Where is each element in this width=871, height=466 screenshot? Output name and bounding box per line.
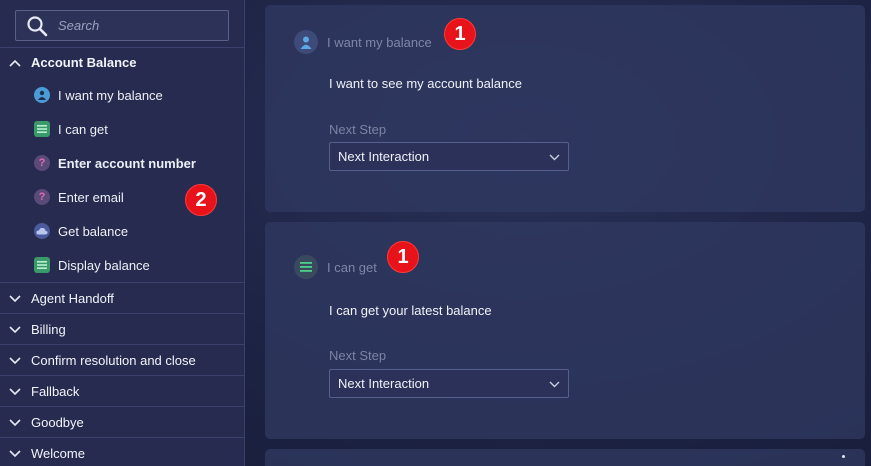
group-account-balance[interactable]: Account Balance bbox=[0, 47, 245, 78]
more-options-icon[interactable] bbox=[842, 455, 845, 458]
next-step-value: Next Interaction bbox=[338, 376, 430, 391]
chevron-down-icon bbox=[549, 376, 560, 391]
question-icon: ? bbox=[34, 155, 50, 171]
sidebar-item-enter-email[interactable]: ? Enter email bbox=[34, 185, 124, 209]
next-step-select[interactable]: Next Interaction bbox=[329, 369, 569, 398]
group-label: Goodbye bbox=[31, 415, 84, 430]
card-title: I want my balance bbox=[327, 34, 432, 50]
user-icon bbox=[34, 87, 50, 103]
user-avatar-icon bbox=[294, 30, 318, 54]
next-step-value: Next Interaction bbox=[338, 149, 430, 164]
group-label: Agent Handoff bbox=[31, 291, 114, 306]
group-goodbye[interactable]: Goodbye bbox=[0, 407, 245, 438]
card-title: I can get bbox=[327, 259, 377, 275]
sidebar: Account Balance I want my balance I can … bbox=[0, 0, 245, 466]
group-label: Fallback bbox=[31, 384, 80, 399]
group-label: Welcome bbox=[31, 446, 85, 461]
next-step-label: Next Step bbox=[329, 348, 387, 363]
sidebar-item-label: Enter email bbox=[58, 189, 124, 205]
group-label: Account Balance bbox=[31, 55, 137, 70]
card-header: I want my balance bbox=[294, 30, 432, 54]
chevron-down-icon bbox=[9, 294, 23, 303]
list-icon bbox=[34, 257, 50, 273]
group-billing[interactable]: Billing bbox=[0, 314, 245, 345]
sidebar-item-display-balance[interactable]: Display balance bbox=[34, 253, 150, 277]
chevron-down-icon bbox=[9, 387, 23, 396]
search-box[interactable] bbox=[15, 10, 229, 41]
sidebar-item-label: Get balance bbox=[58, 223, 129, 239]
card-header: I can get bbox=[294, 255, 377, 279]
interaction-card-i-can-get: I can get I can get your latest balance … bbox=[265, 222, 865, 439]
group-welcome[interactable]: Welcome bbox=[0, 438, 245, 466]
interaction-card-partial bbox=[265, 449, 865, 466]
group-label: Confirm resolution and close bbox=[31, 353, 196, 368]
annotation-badge: 1 bbox=[387, 241, 419, 273]
chevron-down-icon bbox=[9, 449, 23, 458]
next-step-label: Next Step bbox=[329, 122, 387, 137]
next-step-select[interactable]: Next Interaction bbox=[329, 142, 569, 171]
chevron-down-icon bbox=[9, 325, 23, 334]
sidebar-item-get-balance[interactable]: Get balance bbox=[34, 219, 128, 243]
group-fallback[interactable]: Fallback bbox=[0, 376, 245, 407]
cloud-icon bbox=[34, 223, 50, 239]
annotation-badge: 1 bbox=[444, 18, 476, 50]
sidebar-item-label: Display balance bbox=[58, 257, 150, 273]
chevron-up-icon bbox=[9, 59, 23, 67]
search-icon bbox=[22, 11, 52, 41]
group-confirm-resolution[interactable]: Confirm resolution and close bbox=[0, 345, 245, 376]
card-message: I can get your latest balance bbox=[329, 303, 492, 318]
sidebar-item-label: I can get bbox=[58, 121, 108, 137]
chevron-down-icon bbox=[9, 418, 23, 427]
sidebar-item-i-want-my-balance[interactable]: I want my balance bbox=[34, 83, 163, 107]
chevron-down-icon bbox=[549, 149, 560, 164]
sidebar-item-label: Enter account number bbox=[58, 155, 196, 171]
card-message: I want to see my account balance bbox=[329, 76, 522, 91]
sidebar-item-label: I want my balance bbox=[58, 87, 163, 103]
group-label: Billing bbox=[31, 322, 66, 337]
chevron-down-icon bbox=[9, 356, 23, 365]
list-icon bbox=[34, 121, 50, 137]
question-icon: ? bbox=[34, 189, 50, 205]
list-avatar-icon bbox=[294, 255, 318, 279]
sidebar-item-enter-account-number[interactable]: ? Enter account number bbox=[34, 151, 196, 175]
search-input[interactable] bbox=[58, 18, 218, 33]
annotation-badge: 2 bbox=[185, 184, 217, 216]
interaction-card-i-want-my-balance: I want my balance I want to see my accou… bbox=[265, 5, 865, 212]
group-agent-handoff[interactable]: Agent Handoff bbox=[0, 283, 245, 314]
sidebar-item-i-can-get[interactable]: I can get bbox=[34, 117, 108, 141]
